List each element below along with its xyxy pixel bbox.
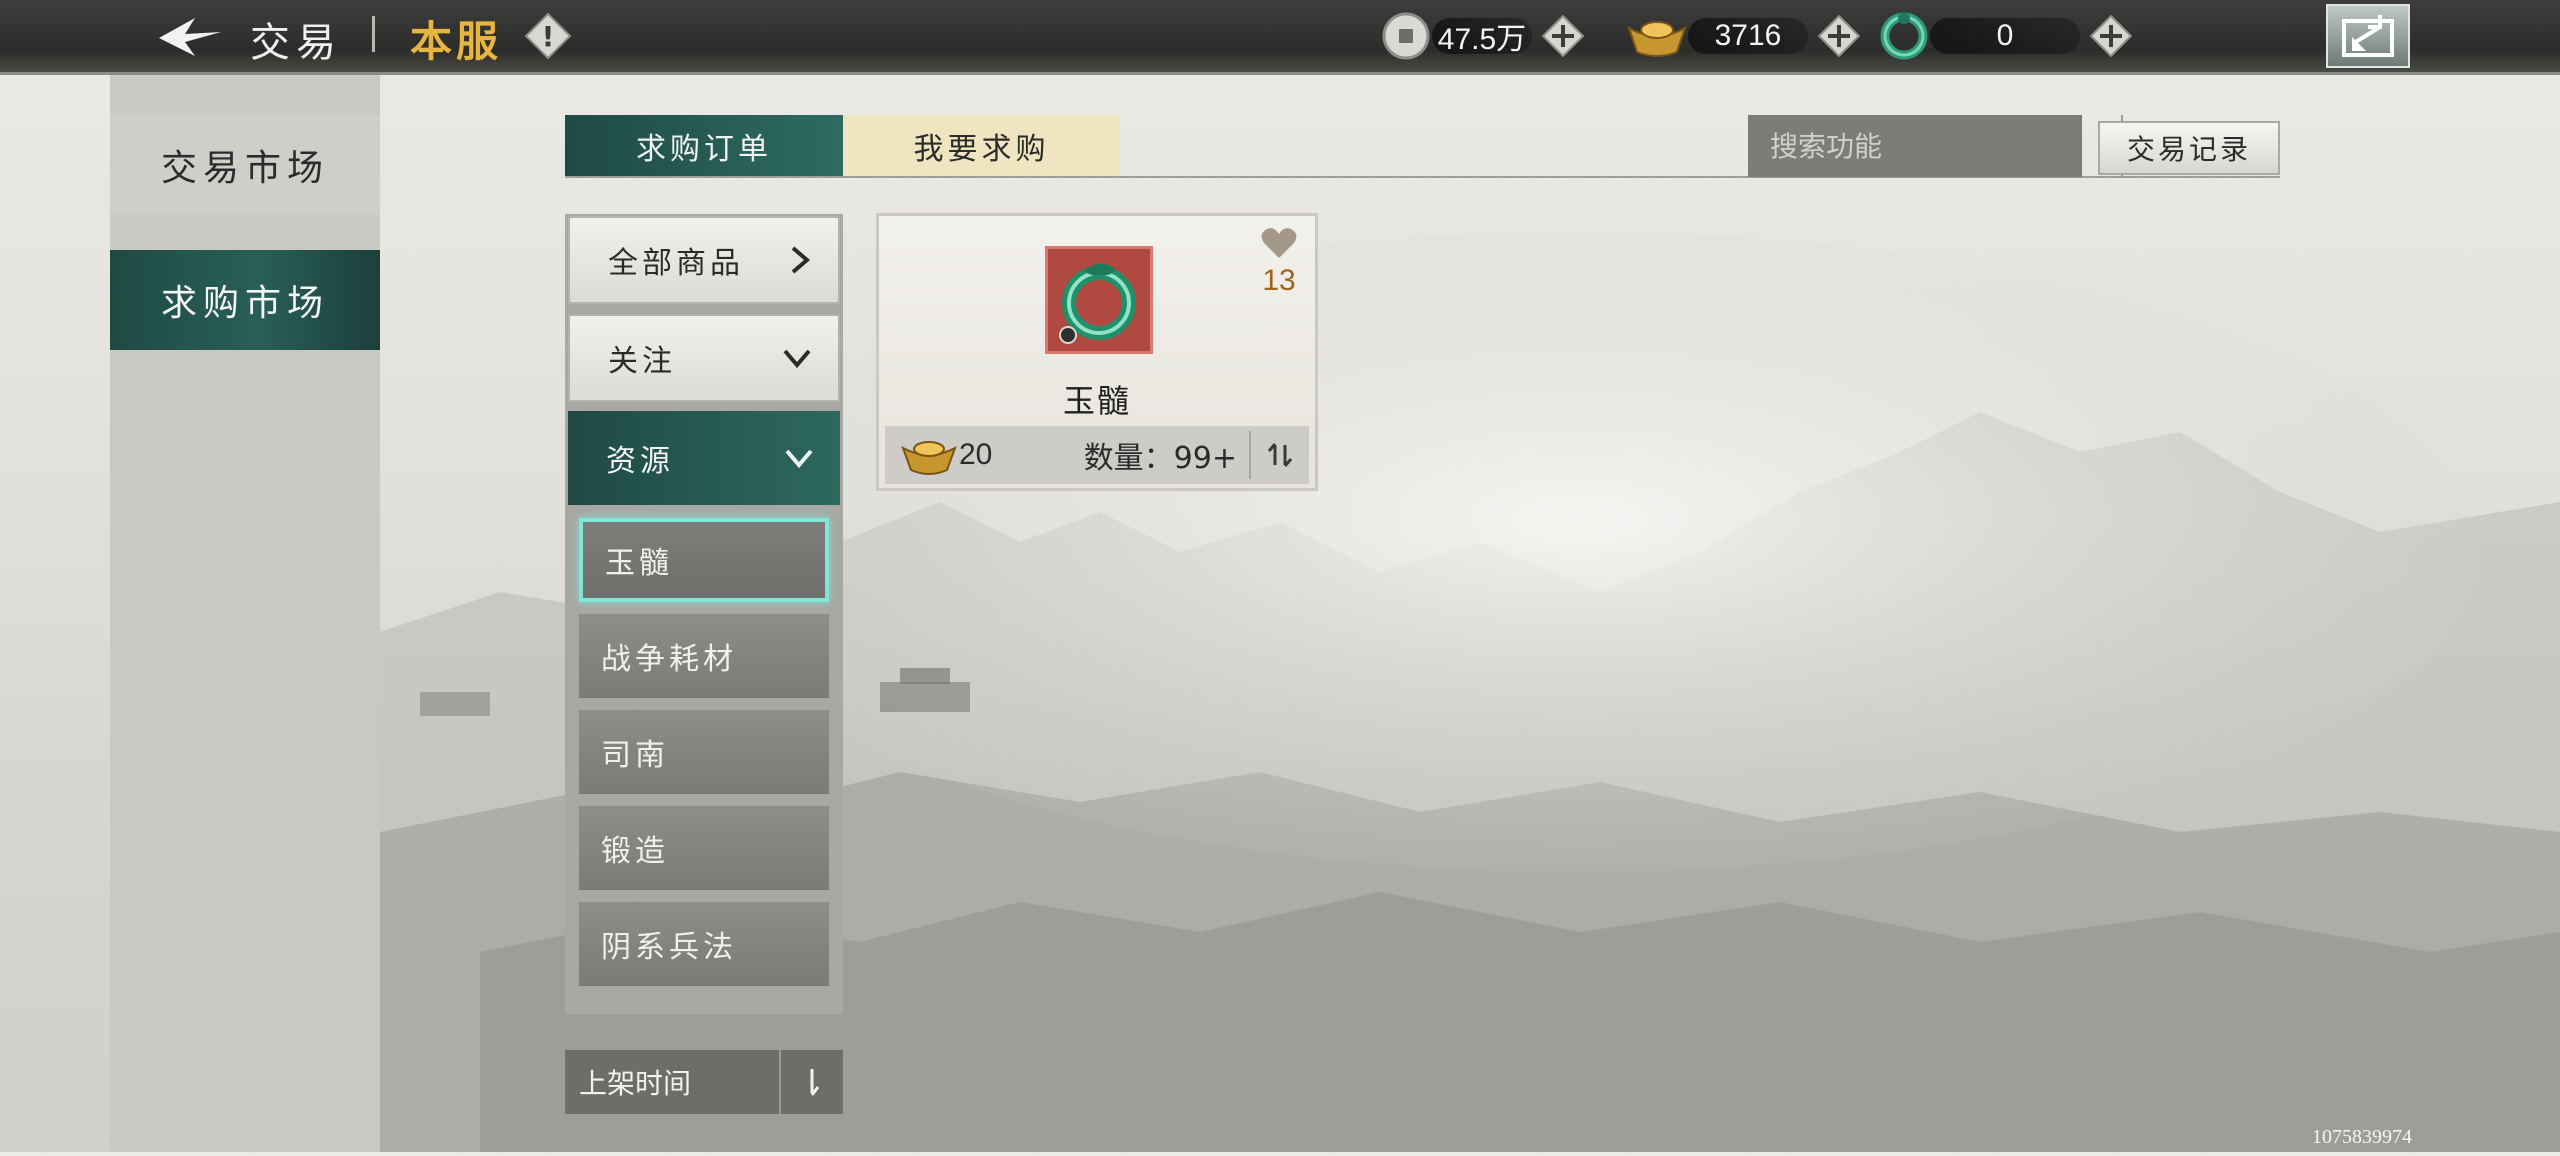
- gold-value: 3716: [1688, 18, 1808, 54]
- subcategory-label: 锻造: [601, 834, 669, 869]
- category-follow[interactable]: 关注: [568, 314, 840, 402]
- nav-item-trade-market[interactable]: 交易市场: [110, 115, 380, 215]
- side-nav: 交易市场 求购市场: [110, 75, 380, 1152]
- quantity-sort-button[interactable]: [1249, 431, 1309, 479]
- nav-item-label: 交易市场: [160, 148, 329, 189]
- add-jade-button[interactable]: [2088, 13, 2134, 59]
- sort-bar[interactable]: 上架时间: [565, 1050, 843, 1114]
- category-resources[interactable]: 资源: [568, 411, 840, 505]
- server-label: 本服: [410, 17, 503, 66]
- tab-purchase-orders[interactable]: 求购订单: [565, 115, 843, 177]
- chevron-down-icon: [783, 349, 811, 369]
- heart-icon: [1261, 228, 1297, 258]
- currency-silver: 47.5万: [1380, 12, 1586, 60]
- silver-coin-icon: [1380, 12, 1432, 60]
- page-title: 交易: [250, 20, 342, 66]
- item-info-bar: 20 数量：99+: [885, 426, 1309, 484]
- plus-icon: [1818, 15, 1860, 57]
- gold-ingot-icon: [899, 430, 959, 480]
- sort-icon: [1267, 443, 1293, 467]
- plus-icon: [2090, 15, 2132, 57]
- nav-item-purchase-market[interactable]: 求购市场: [110, 250, 380, 350]
- sort-label: 上架时间: [579, 1067, 692, 1100]
- chevron-down-icon: [785, 449, 813, 469]
- back-button[interactable]: [150, 8, 230, 64]
- nav-item-label: 求购市场: [160, 283, 329, 324]
- jade-ring-item-icon: [1045, 246, 1153, 354]
- jade-value: 0: [1930, 18, 2080, 54]
- tab-request-purchase[interactable]: 我要求购: [843, 115, 1120, 177]
- category-panel: 全部商品 关注 资源 玉髓 战争耗材 司南 锻造 阴系兵法: [565, 214, 843, 1014]
- favorite-toggle[interactable]: 13: [1255, 226, 1303, 298]
- add-silver-button[interactable]: [1540, 13, 1586, 59]
- subcategory-label: 阴系兵法: [601, 930, 737, 965]
- gold-ingot-icon: [1626, 12, 1688, 60]
- item-card[interactable]: 13 玉髓 20 数量：99+: [876, 213, 1318, 491]
- currency-gold: 3716: [1626, 12, 1862, 60]
- currency-jade: 0: [1878, 12, 2134, 60]
- item-price: 20: [959, 438, 993, 471]
- search-box: [1748, 115, 2157, 177]
- svg-text:!: !: [542, 20, 555, 53]
- category-label: 关注: [608, 344, 676, 379]
- trade-record-button[interactable]: 交易记录: [2098, 121, 2280, 175]
- subcategory-label: 玉髓: [605, 546, 673, 581]
- exit-button[interactable]: [2326, 4, 2410, 68]
- subcategory-label: 司南: [601, 738, 669, 773]
- sort-arrow-icon: [810, 1069, 820, 1096]
- subcategory-yin-tactics[interactable]: 阴系兵法: [579, 902, 829, 986]
- title-separator: [372, 16, 375, 52]
- tab-label: 求购订单: [636, 132, 772, 167]
- jade-dragon-icon: [1878, 12, 1930, 60]
- item-quantity: 数量：99+: [1083, 441, 1237, 476]
- top-bar: 交易 本服 ! 47.5万 3716 0: [0, 0, 2560, 75]
- user-id: 1075839974: [2312, 1126, 2412, 1148]
- subcategory-compass[interactable]: 司南: [579, 710, 829, 794]
- subcategory-jade-marrow[interactable]: 玉髓: [579, 518, 829, 602]
- category-all-goods[interactable]: 全部商品: [568, 216, 840, 304]
- add-gold-button[interactable]: [1816, 13, 1862, 59]
- category-label: 资源: [606, 444, 674, 479]
- search-input[interactable]: [1748, 128, 2121, 164]
- item-name: 玉髓: [1062, 382, 1131, 420]
- plus-icon: [1542, 15, 1584, 57]
- info-icon[interactable]: !: [524, 12, 572, 60]
- subcategory-label: 战争耗材: [601, 642, 737, 677]
- category-label: 全部商品: [608, 246, 744, 281]
- back-arrow-icon: [159, 18, 221, 56]
- favorite-count: 13: [1262, 264, 1296, 297]
- tab-label: 我要求购: [913, 132, 1050, 167]
- subcategory-war-supplies[interactable]: 战争耗材: [579, 614, 829, 698]
- silver-value: 47.5万: [1432, 18, 1532, 56]
- chevron-right-icon: [791, 246, 811, 274]
- exit-icon: [2342, 15, 2394, 57]
- sort-order-button[interactable]: [779, 1050, 843, 1114]
- subcategory-forging[interactable]: 锻造: [579, 806, 829, 890]
